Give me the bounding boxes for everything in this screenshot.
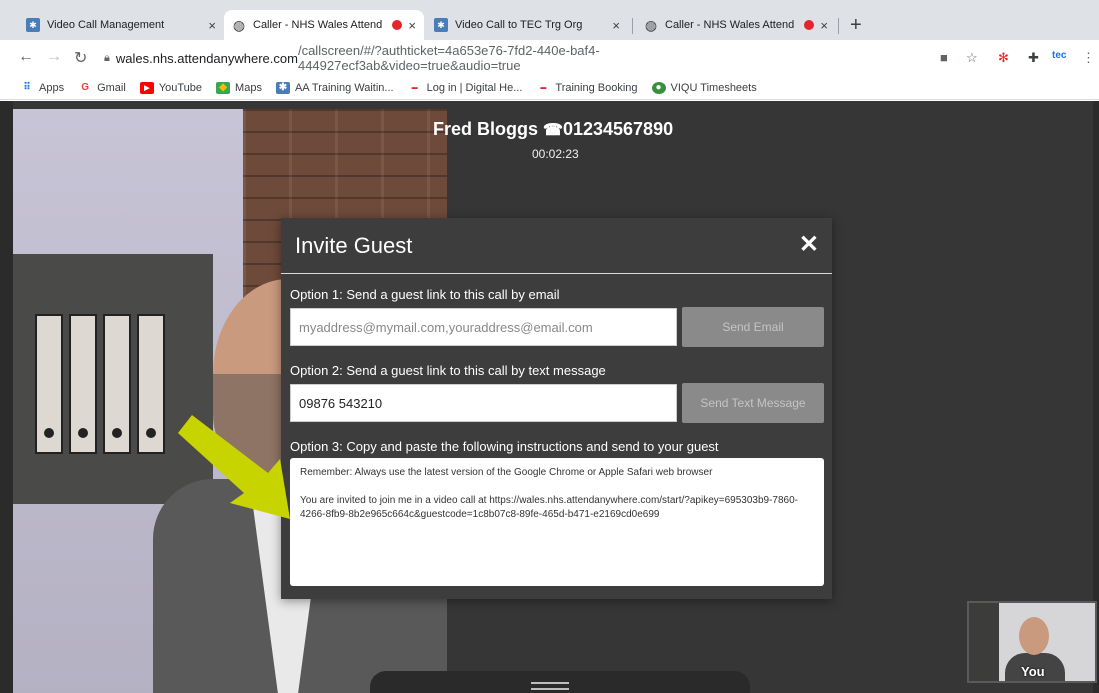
tab-title: Caller - NHS Wales Attend [253,19,383,31]
globe-icon: ◍ [644,16,658,33]
caller-name: Fred Bloggs [433,119,539,139]
viqu-icon: ● [651,81,666,94]
attend-anywhere-icon: ✱ [275,81,290,94]
lock-icon: 🔒︎ [104,51,110,64]
forward-arrow-icon[interactable]: → [46,48,62,66]
tab-close-icon[interactable]: × [408,18,416,33]
tab-separator [838,18,839,34]
dialog-title: Invite Guest [295,233,413,258]
close-icon[interactable]: ✕ [799,230,819,259]
bookmark-training-booking[interactable]: ▬ Training Booking [536,82,637,94]
option3-label: Option 3: Copy and paste the following i… [290,439,719,454]
bookmark-apps[interactable]: ⠿ Apps [20,82,64,94]
bookmark-viqu[interactable]: ● VIQU Timesheets [651,81,757,94]
tab-video-call-tec[interactable]: ✱ Video Call to TEC Trg Org × [426,10,628,40]
instructions-browser-note: Remember: Always use the latest version … [300,467,713,478]
tab-caller-nhs-wales[interactable]: ◍ Caller - NHS Wales Attend × [636,10,836,40]
dhw-icon: ▬ [411,84,418,91]
tab-separator [632,18,633,34]
globe-icon: ◍ [232,16,246,33]
url-host: wales.nhs.attendanywhere.com [115,50,298,66]
attend-anywhere-favicon-icon: ✱ [26,18,40,32]
instructions-invite-link: You are invited to join me in a video ca… [300,495,798,520]
bookmark-label: Maps [235,81,262,94]
annotation-arrow-icon [178,415,290,519]
bookmark-maps[interactable]: ◆ Maps [216,81,262,94]
url-path: /callscreen/#/?authticket=4a653e76-7fd2-… [297,43,600,73]
drawer-handle-icon[interactable] [531,682,569,684]
tab-close-icon[interactable]: × [612,18,620,33]
option2-label: Option 2: Send a guest link to this call… [290,363,606,378]
bookmark-label: Training Booking [555,81,638,94]
arrow-shape [178,415,290,519]
binder [69,314,97,454]
tab-video-call-management[interactable]: ✱ Video Call Management × [18,10,224,40]
extension-icon[interactable]: ✻ [998,50,1009,66]
send-email-button[interactable]: Send Email [682,307,824,347]
screen-bezel [0,101,13,693]
binder [35,314,63,454]
send-text-message-button[interactable]: Send Text Message [682,383,824,423]
recording-dot-icon [804,20,815,30]
bookmark-digital-health[interactable]: ▬ Log in | Digital He... [408,82,523,94]
caller-phone: 01234567890 [562,119,674,139]
bookmark-label: YouTube [158,81,203,94]
menu-kebab-icon[interactable]: ⋮ [1082,50,1095,66]
tab-title: Video Call to TEC Trg Org [455,19,583,31]
bookmark-label: VIQU Timesheets [670,81,757,94]
self-label: You [1021,664,1045,679]
bookmark-label: Gmail [97,81,126,94]
self-bookshelf [969,603,999,681]
phone-icon: ☎ [543,122,563,139]
divider [281,273,832,274]
call-timer: 00:02:23 [532,147,579,161]
invite-guest-dialog: Invite Guest ✕ Option 1: Send a guest li… [281,218,832,599]
tab-caller-nhs-wales-active[interactable]: ◍ Caller - NHS Wales Attend × [224,10,424,40]
dhw-icon: ▬ [540,84,547,91]
back-arrow-icon[interactable]: ← [18,48,34,66]
bookmark-youtube[interactable]: ▶ YouTube [139,81,203,94]
self-head [1019,617,1049,655]
tab-close-icon[interactable]: × [820,18,828,33]
bookmarks-bar: ⠿ Apps G Gmail ▶ YouTube ◆ Maps ✱ AA Training… [0,76,1099,100]
recording-dot-icon [392,20,403,30]
apps-grid-icon: ⠿ [23,82,31,93]
tab-title: Caller - NHS Wales Attend [665,19,795,31]
maps-icon: ◆ [216,81,231,94]
option1-label: Option 1: Send a guest link to this call… [290,287,560,302]
bookmark-label: Log in | Digital He... [426,81,523,94]
camera-icon[interactable]: ■ [940,50,948,65]
self-video-preview[interactable]: You [967,601,1097,683]
drawer-handle-icon[interactable] [531,688,569,690]
call-screen: Fred Bloggs ☎01234567890 00:02:23 Invite… [0,101,1099,693]
browser-tab-strip: ✱ Video Call Management × ◍ Caller - NHS… [0,0,1099,40]
address-bar[interactable]: 🔒︎ wales.nhs.attendanywhere.com/callscre… [104,43,804,73]
bookmark-label: Apps [39,81,65,94]
caller-info: Fred Bloggs ☎01234567890 [433,119,673,140]
bookmark-aa-training[interactable]: ✱ AA Training Waitin... [275,81,394,94]
new-tab-button[interactable]: + [850,14,862,37]
reload-icon[interactable]: ↻ [74,48,87,68]
bookmark-label: AA Training Waitin... [294,81,394,94]
tec-extension-icon[interactable]: tec [1052,50,1066,61]
bookmark-star-icon[interactable]: ☆ [966,50,978,66]
guest-phone-input[interactable] [290,384,677,422]
tab-title: Video Call Management [47,19,165,31]
tab-close-icon[interactable]: × [208,18,216,33]
guest-email-input[interactable] [290,308,677,346]
google-icon: G [81,82,89,93]
youtube-icon: ▶ [139,81,154,94]
guest-instructions-box[interactable]: Remember: Always use the latest version … [290,458,824,586]
attend-anywhere-favicon-icon: ✱ [434,18,448,32]
bookmark-gmail[interactable]: G Gmail [78,82,126,94]
extensions-puzzle-icon[interactable]: ✚ [1028,50,1039,66]
binder [103,314,131,454]
address-toolbar: ← → ↻ 🔒︎ wales.nhs.attendanywhere.com/ca… [0,40,1099,76]
